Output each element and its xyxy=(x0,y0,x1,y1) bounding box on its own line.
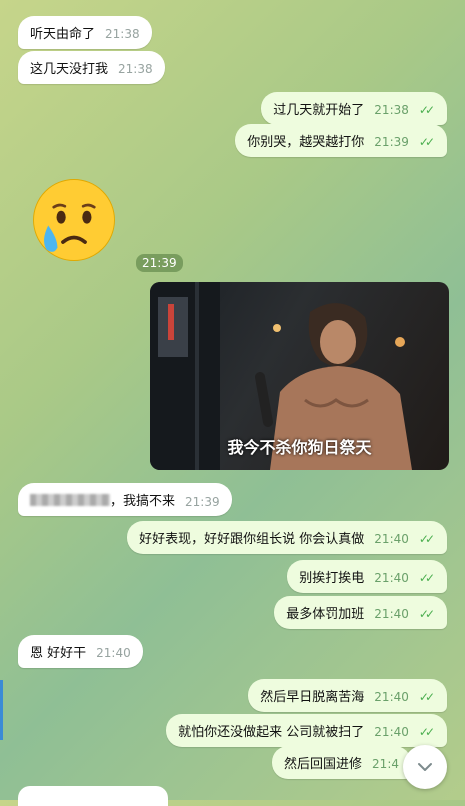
message-time: 21:38 xyxy=(374,103,409,117)
message-time: 21:40 xyxy=(374,571,409,585)
message-bubble[interactable]: 过几天就开始了 21:38 ✓✓ xyxy=(261,92,447,125)
message-time: 21:40 xyxy=(374,725,409,739)
message-bubble[interactable]: ，我搞不来 21:39 xyxy=(18,483,232,516)
message-time: 21:38 xyxy=(105,27,140,41)
message-text: 这几天没打我 xyxy=(30,62,109,77)
scroll-down-button[interactable] xyxy=(403,745,447,789)
selection-edge xyxy=(0,680,3,740)
read-checkmark-icon: ✓✓ xyxy=(418,103,435,117)
message-text: 最多体罚加班 xyxy=(286,607,365,622)
message-time: 21:40 xyxy=(374,690,409,704)
crying-face-icon[interactable] xyxy=(28,174,120,266)
message-time: 21:40 xyxy=(374,607,409,621)
message-text: 好好表现，好好跟你组长说 你会认真做 xyxy=(139,532,365,547)
message-text: 你别哭，越哭越打你 xyxy=(247,135,365,150)
message-time: 21:39 xyxy=(374,135,409,149)
message-time: 21:38 xyxy=(118,62,153,76)
message-bubble[interactable]: 你别哭，越哭越打你 21:39 ✓✓ xyxy=(235,124,447,157)
message-text-wrap: ，我搞不来 xyxy=(30,490,175,509)
message-bubble[interactable]: 恩 好好干 21:40 xyxy=(18,635,143,668)
message-bubble[interactable]: 这几天没打我 21:38 xyxy=(18,51,165,84)
message-bubble[interactable]: 好好表现，好好跟你组长说 你会认真做 21:40 ✓✓ xyxy=(127,521,447,554)
message-text: 听天由命了 xyxy=(30,27,96,42)
read-checkmark-icon: ✓✓ xyxy=(418,725,435,739)
message-bubble[interactable]: 别挨打挨电 21:40 ✓✓ xyxy=(287,560,447,593)
message-bubble[interactable]: 听天由命了 21:38 xyxy=(18,16,152,49)
video-caption: 我今不杀你狗日祭天 xyxy=(227,438,372,457)
chat-window: 听天由命了 21:38 这几天没打我 21:38 过几天就开始了 21:38 ✓… xyxy=(0,0,465,806)
message-time: 21:39 xyxy=(185,494,220,509)
read-checkmark-icon: ✓✓ xyxy=(418,532,435,546)
read-checkmark-icon: ✓✓ xyxy=(418,690,435,704)
message-time: 21:4 xyxy=(372,757,399,771)
message-time: 21:40 xyxy=(96,646,131,660)
message-bubble-partial[interactable] xyxy=(18,786,168,806)
message-time: 21:40 xyxy=(374,532,409,546)
timestamp-badge: 21:39 xyxy=(136,254,183,272)
video-message[interactable]: 我今不杀你狗日祭天 xyxy=(150,282,449,470)
message-text: 然后早日脱离苦海 xyxy=(260,690,365,705)
read-checkmark-icon: ✓✓ xyxy=(418,607,435,621)
read-checkmark-icon: ✓✓ xyxy=(418,135,435,149)
message-bubble[interactable]: 最多体罚加班 21:40 ✓✓ xyxy=(274,596,447,629)
message-text: 别挨打挨电 xyxy=(299,571,365,586)
message-text: 就怕你还没做起来 公司就被扫了 xyxy=(178,725,365,740)
message-text: 恩 好好干 xyxy=(30,646,87,661)
chevron-down-icon xyxy=(418,763,432,771)
message-text: 然后回国进修 xyxy=(284,757,363,772)
message-text: ，我搞不来 xyxy=(110,494,176,509)
redacted-name xyxy=(30,493,110,506)
message-bubble[interactable]: 然后回国进修 21:4 xyxy=(272,746,411,779)
read-checkmark-icon: ✓✓ xyxy=(418,571,435,585)
message-bubble[interactable]: 然后早日脱离苦海 21:40 ✓✓ xyxy=(248,679,447,712)
message-text: 过几天就开始了 xyxy=(273,103,365,118)
message-bubble[interactable]: 就怕你还没做起来 公司就被扫了 21:40 ✓✓ xyxy=(166,714,447,747)
